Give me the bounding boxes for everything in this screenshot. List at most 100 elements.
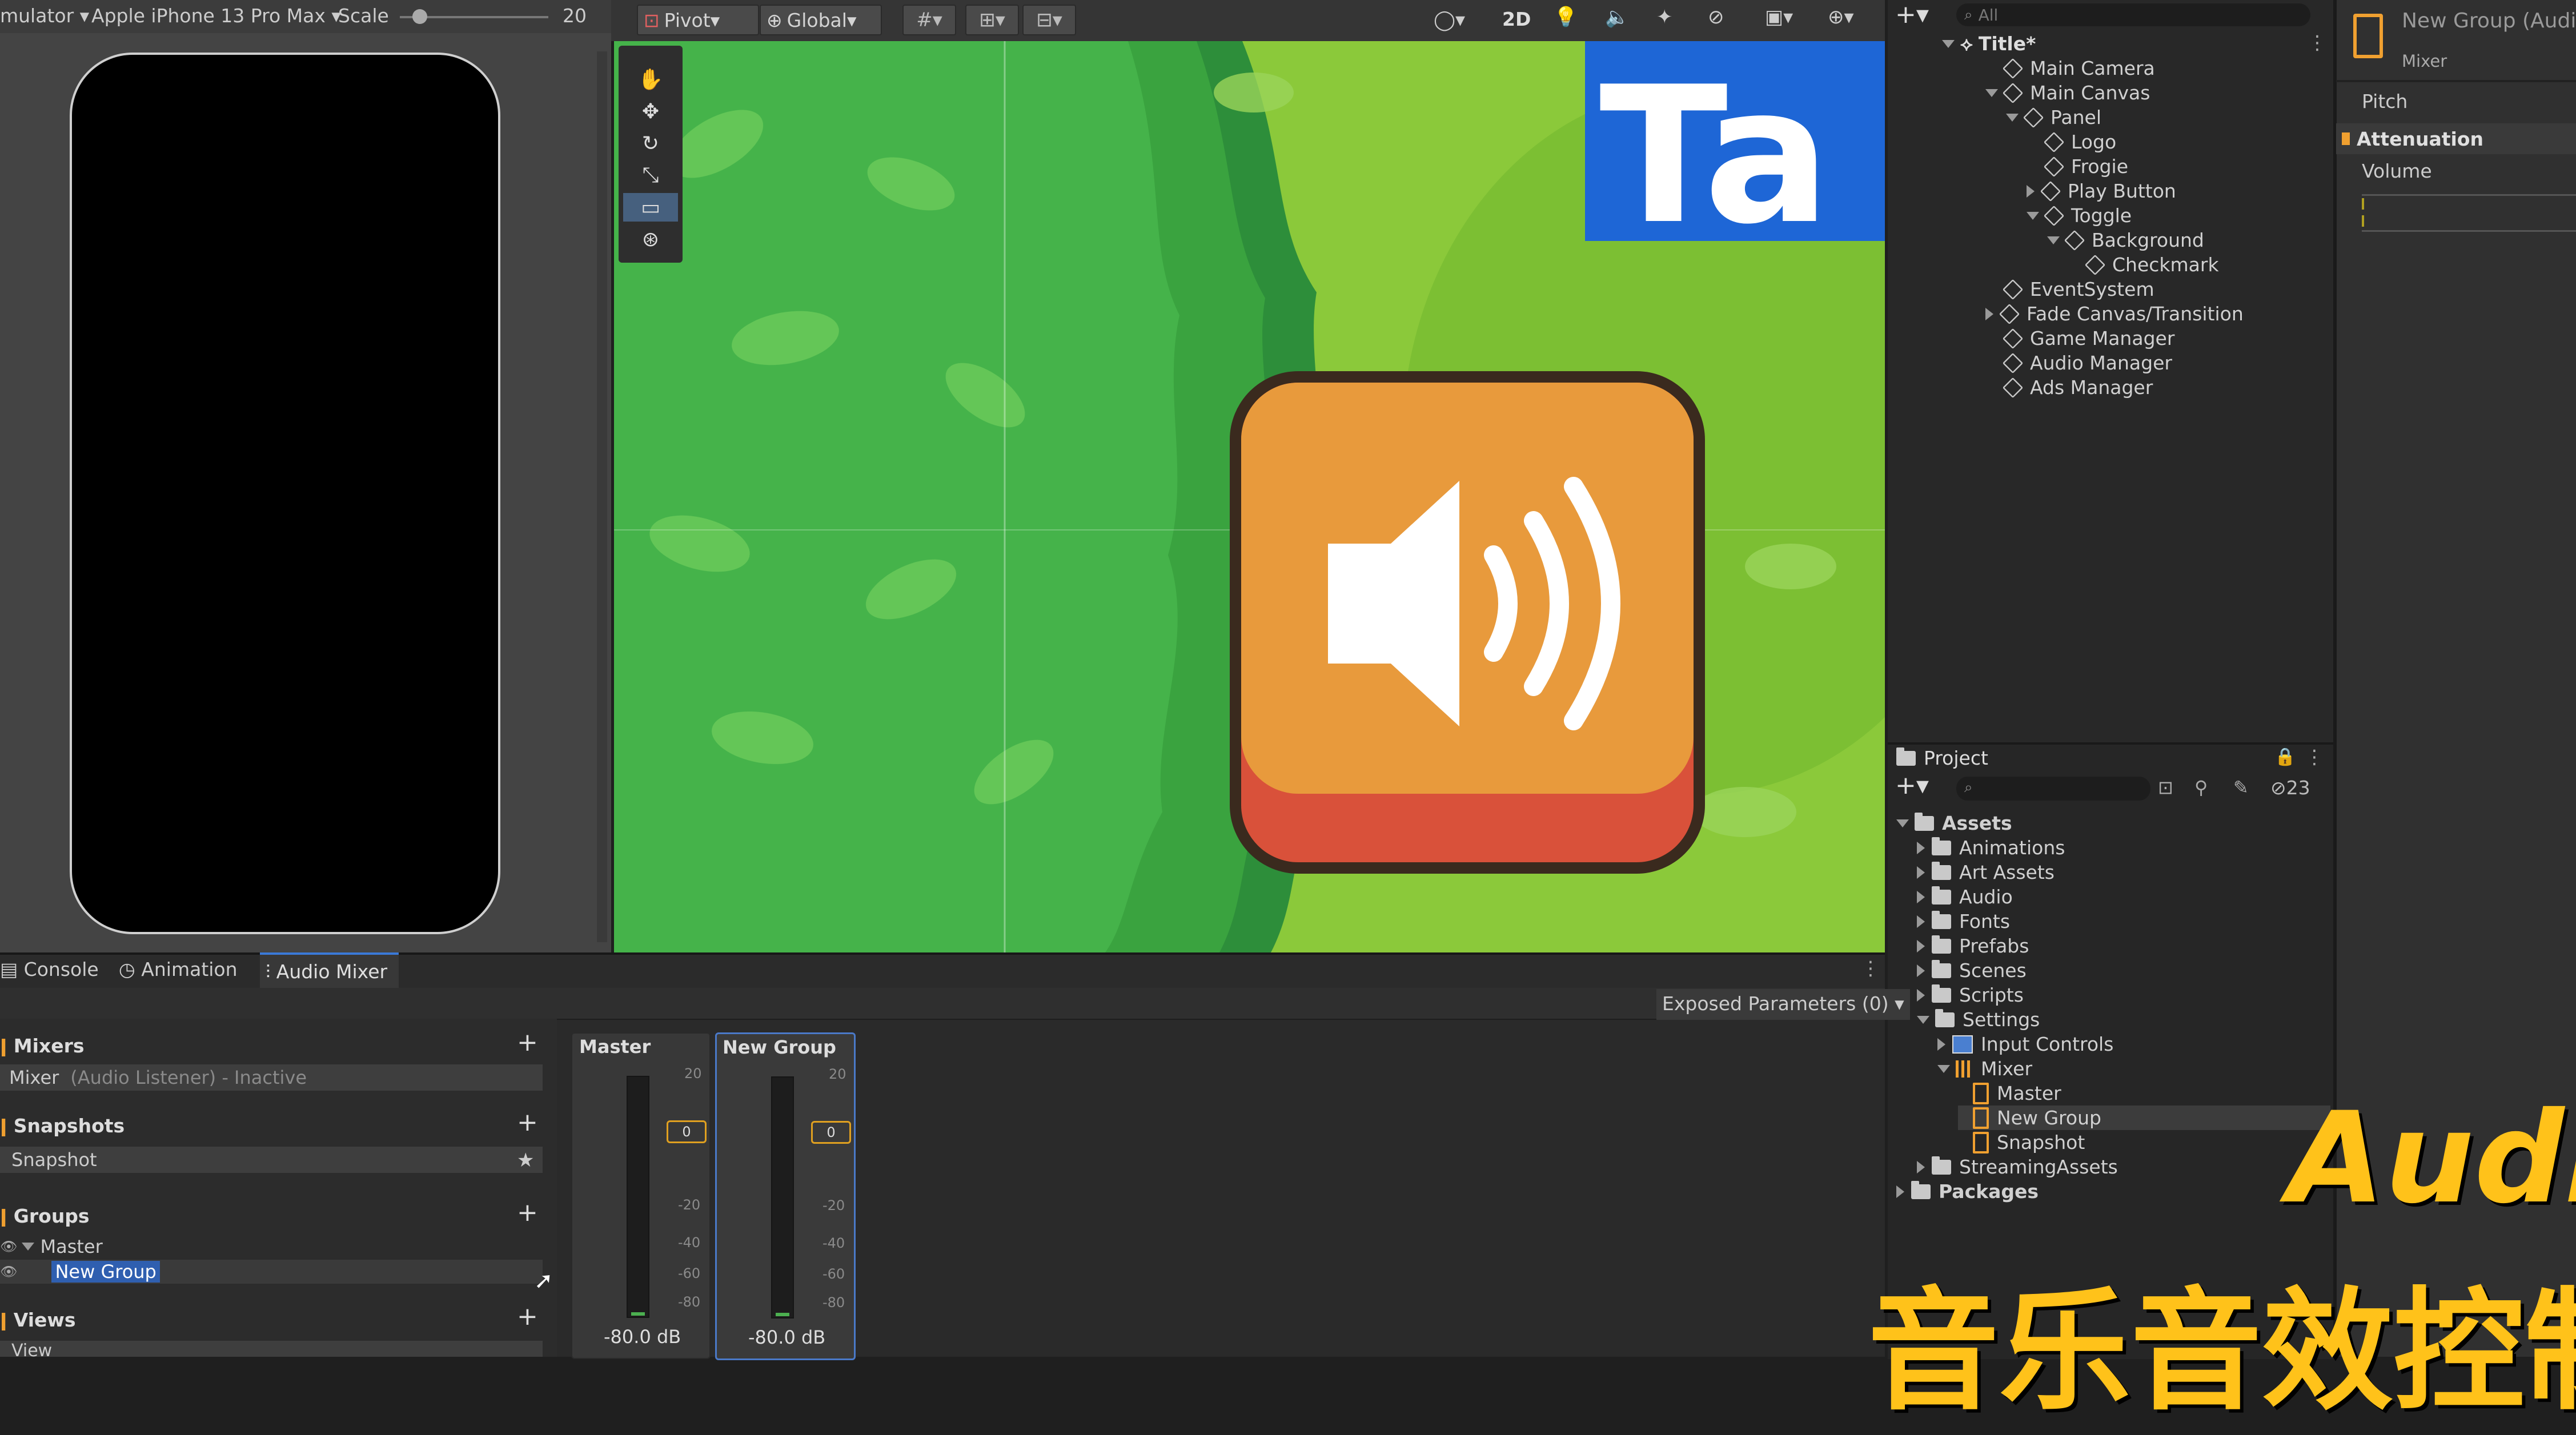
expand-arrow[interactable]	[1917, 1160, 1925, 1173]
project-item[interactable]: Audio	[1917, 885, 2013, 909]
tab-animation[interactable]: ◷ Animation	[119, 958, 238, 980]
mixer-row[interactable]: Mixer (Audio Listener) - Inactive	[0, 1064, 543, 1091]
expand-arrow[interactable]	[1917, 890, 1925, 903]
project-menu-icon[interactable]: ⋮	[2305, 746, 2324, 769]
exposed-parameters-dropdown[interactable]: Exposed Parameters (0) ▾	[1656, 989, 1910, 1020]
expand-arrow[interactable]	[1896, 1185, 1904, 1198]
hand-icon[interactable]: ✋	[623, 65, 678, 94]
ruler-button[interactable]: ⊟▾	[1022, 5, 1076, 35]
2d-toggle[interactable]: 2D	[1502, 8, 1531, 30]
group-row-master[interactable]: 👁 Master	[0, 1235, 543, 1259]
add-mixer-button[interactable]: +	[517, 1028, 538, 1057]
expand-arrow[interactable]	[1917, 964, 1925, 977]
hierarchy-item[interactable]: Panel	[2006, 105, 2101, 130]
transform-icon[interactable]: ⊛	[623, 225, 678, 254]
project-item[interactable]: Master	[1958, 1081, 2061, 1106]
simulator-scrollbar[interactable]	[597, 51, 607, 942]
bottom-panel-menu-icon[interactable]: ⋮	[1861, 957, 1880, 980]
eye-icon[interactable]: 👁	[0, 1264, 17, 1280]
fader-track[interactable]	[771, 1076, 794, 1319]
project-search[interactable]: ⌕	[1956, 777, 2150, 801]
expand-arrow[interactable]	[1917, 939, 1925, 952]
project-item[interactable]: Prefabs	[1917, 934, 2029, 958]
grid-snap-button[interactable]: #▾	[902, 5, 956, 35]
move-icon[interactable]: ✥	[623, 97, 678, 126]
project-item[interactable]: Scripts	[1917, 983, 2024, 1007]
expand-arrow[interactable]	[2027, 184, 2035, 198]
add-group-button[interactable]: +	[517, 1198, 538, 1227]
lighting-icon[interactable]: 💡	[1554, 6, 1578, 29]
hierarchy-item[interactable]: Ads Manager	[1985, 375, 2153, 400]
expand-arrow[interactable]	[2027, 211, 2039, 220]
project-item[interactable]: Input Controls	[1937, 1032, 2113, 1056]
expand-arrow[interactable]	[1985, 89, 1998, 97]
project-item[interactable]: Art Assets	[1917, 860, 2055, 885]
project-item[interactable]: Fonts	[1917, 909, 2010, 934]
channel-strip-master[interactable]: Master 0 20 -20 -40 -60 -80 -80.0 dB	[571, 1032, 711, 1359]
gizmos-icon[interactable]: ⊕▾	[1828, 6, 1854, 29]
hierarchy-item[interactable]: Main Canvas	[1985, 81, 2150, 105]
pivot-dropdown[interactable]: ⊡ Pivot ▾	[637, 5, 759, 35]
hierarchy-item[interactable]: EventSystem	[1985, 277, 2154, 302]
star-icon[interactable]: ★	[517, 1149, 534, 1172]
project-tab[interactable]: Project	[1896, 747, 1988, 769]
expand-arrow[interactable]	[1917, 915, 1925, 928]
expand-arrow[interactable]	[2047, 236, 2060, 244]
rect-tool-icon[interactable]: ▭	[623, 193, 678, 222]
hidden-packages-toggle[interactable]: ⊘23	[2270, 777, 2310, 799]
search-by-type-icon[interactable]: ⊡	[2158, 777, 2173, 798]
expand-arrow[interactable]	[1917, 841, 1925, 854]
attenuation-header[interactable]: Attenuation	[2336, 123, 2576, 154]
fader-track[interactable]	[627, 1076, 649, 1318]
project-item[interactable]: Assets	[1896, 811, 2012, 835]
group-new-group-label[interactable]: New Group	[51, 1261, 160, 1283]
expand-arrow[interactable]	[1942, 39, 1955, 48]
hierarchy-search[interactable]: ⌕ All	[1956, 3, 2310, 26]
scale-slider-thumb[interactable]	[412, 9, 427, 24]
tab-console[interactable]: ▤ Console	[0, 958, 99, 980]
attenuation-knob[interactable]: 0	[667, 1120, 707, 1143]
hierarchy-item[interactable]: Background	[2047, 228, 2204, 252]
hierarchy-item[interactable]: Main Camera	[1985, 56, 2155, 81]
expand-arrow[interactable]	[2006, 113, 2019, 122]
add-snapshot-button[interactable]: +	[517, 1108, 538, 1137]
project-item[interactable]: StreamingAssets	[1917, 1155, 2118, 1179]
project-item[interactable]: Scenes	[1917, 958, 2027, 983]
camera-icon[interactable]: ▣▾	[1765, 6, 1793, 29]
search-by-label-icon[interactable]: ⚲	[2194, 777, 2208, 798]
tag-icon[interactable]: ✎	[2233, 777, 2249, 798]
expand-arrow[interactable]	[22, 1243, 35, 1251]
group-row-new-group[interactable]: 👁 New Group	[0, 1260, 543, 1284]
global-dropdown[interactable]: ⊕ Global ▾	[760, 5, 882, 35]
hierarchy-item[interactable]: Toggle	[2027, 203, 2132, 228]
device-dropdown[interactable]: Apple iPhone 13 Pro Max ▾	[91, 5, 341, 27]
increment-snap-button[interactable]: ⊞▾	[965, 5, 1019, 35]
scale-icon[interactable]: ⤡	[623, 161, 678, 190]
lock-icon[interactable]: 🔒	[2274, 747, 2296, 767]
project-add-button[interactable]: +▾	[1895, 771, 1929, 800]
hierarchy-item[interactable]: Audio Manager	[1985, 351, 2172, 375]
project-item[interactable]: Animations	[1917, 835, 2065, 860]
attenuation-knob[interactable]: 0	[811, 1121, 851, 1144]
hierarchy-item[interactable]: Game Manager	[1985, 326, 2174, 351]
project-item[interactable]: Snapshot	[1958, 1130, 2085, 1155]
hierarchy-item[interactable]: Fade Canvas/Transition	[1985, 302, 2244, 326]
hidden-objects-icon[interactable]: ⊘	[1708, 6, 1724, 29]
channel-strip-new-group[interactable]: New Group 0 20 -20 -40 -60 -80 -80.0 dB	[715, 1032, 856, 1360]
project-item[interactable]: Settings	[1917, 1007, 2040, 1032]
eye-icon[interactable]: 👁	[0, 1239, 17, 1255]
scene-canvas[interactable]: Ta	[614, 41, 1885, 952]
snapshot-row[interactable]: Snapshot	[0, 1147, 543, 1173]
hierarchy-scene-title[interactable]: ⟡ Title*	[1942, 31, 2036, 56]
audio-toggle-icon[interactable]: 🔈	[1605, 6, 1629, 29]
hierarchy-item[interactable]: Frogie	[2027, 154, 2128, 179]
hierarchy-item[interactable]: Checkmark	[2068, 252, 2219, 277]
expand-arrow[interactable]	[1896, 819, 1909, 827]
add-view-button[interactable]: +	[517, 1302, 538, 1331]
expand-arrow[interactable]	[1985, 307, 1993, 320]
view-row[interactable]: View	[0, 1341, 543, 1357]
hierarchy-item[interactable]: Logo	[2027, 130, 2116, 154]
expand-arrow[interactable]	[1917, 866, 1925, 879]
hierarchy-item[interactable]: Play Button	[2027, 179, 2176, 203]
rotate-icon[interactable]: ↻	[623, 129, 678, 158]
